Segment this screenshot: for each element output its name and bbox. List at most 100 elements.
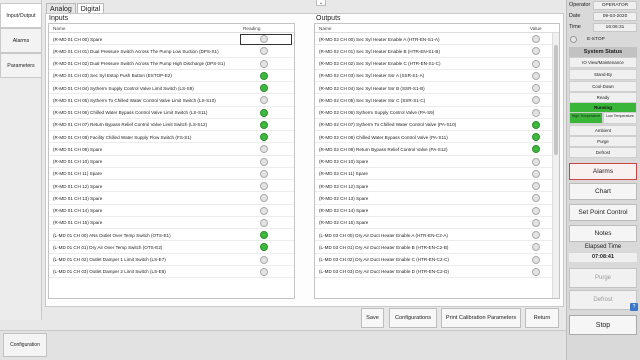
inputs-row: (R-MD 01 CH 11) Spare <box>49 168 294 180</box>
inputs-status-lamp <box>260 157 268 166</box>
inputs-header: Name Reading <box>49 24 294 33</box>
outputs-status-lamp[interactable] <box>532 84 540 92</box>
chevron-down-icon[interactable]: ⌄ <box>316 0 326 6</box>
inputs-row: (R-MD 01 CH 04) Sytherm Supply Control V… <box>49 82 294 95</box>
outputs-row-name: (R-MD 02 CH 12) Spare <box>319 183 369 189</box>
date-value: 09-03-2020 <box>593 12 637 21</box>
chart-button[interactable]: Chart <box>569 183 637 200</box>
outputs-scrollbar[interactable] <box>552 33 559 298</box>
time-label: Time <box>569 24 581 30</box>
status-low-temp: Low Temperature <box>603 112 637 124</box>
outputs-status-lamp[interactable] <box>532 267 540 276</box>
outputs-status-lamp[interactable] <box>532 133 540 141</box>
outputs-table: Name Value (R-MD 02 CH 00) Sec Syl Heate… <box>314 23 560 299</box>
outputs-status-lamp[interactable] <box>532 71 540 80</box>
outputs-status-lamp[interactable] <box>532 157 540 166</box>
estop-indicator: E-STOP <box>570 34 636 44</box>
inputs-row: (R-MD 01 CH 14) Spare <box>49 205 294 217</box>
estop-lamp <box>570 35 577 43</box>
configuration-button[interactable]: Configuration <box>3 333 47 357</box>
inputs-status-lamp <box>260 182 268 190</box>
outputs-status-lamp[interactable] <box>532 182 540 190</box>
outputs-row: (L-MD 03 CH 00) Dry Air Duct Heater Enab… <box>315 229 559 242</box>
outputs-row: (R-MD 02 CH 06) Sytherm Supply Control V… <box>315 107 559 119</box>
status-cool-down: Cool-Down <box>569 81 637 92</box>
print-calibration-button[interactable]: Print Calibration Parameters <box>441 308 521 328</box>
outputs-status-lamp[interactable] <box>532 206 540 215</box>
outputs-scroll-thumb[interactable] <box>554 45 558 155</box>
configurations-button[interactable]: Configurations <box>389 308 437 328</box>
stop-button[interactable]: Stop <box>569 315 637 335</box>
outputs-header: Name Value <box>315 24 559 33</box>
outputs-row: (R-MD 02 CH 14) Spare <box>315 205 559 217</box>
outputs-status-lamp[interactable] <box>532 120 540 129</box>
outputs-status-lamp[interactable] <box>532 96 540 105</box>
save-button[interactable]: Save <box>361 308 384 328</box>
outputs-row-name: (R-MD 02 CH 07) Sytherm To Chilled Water… <box>319 122 457 128</box>
status-standby: Stand-By <box>569 69 637 80</box>
help-icon[interactable]: ? <box>630 303 638 311</box>
notes-button[interactable]: Notes <box>569 225 637 242</box>
nav-alarms[interactable]: Alarms <box>0 28 42 53</box>
operator-row: Operator OPERATOR <box>567 1 639 10</box>
inputs-status-lamp <box>260 231 268 239</box>
outputs-status-lamp[interactable] <box>532 255 540 264</box>
inputs-status-lamp <box>260 255 268 264</box>
outputs-status-lamp[interactable] <box>532 47 540 56</box>
outputs-status-lamp[interactable] <box>532 218 540 227</box>
outputs-status-lamp[interactable] <box>532 243 540 252</box>
inputs-row: (R-MD 01 CH 06) Chilled Water Bypass Con… <box>49 107 294 119</box>
outputs-row: (R-MD 02 CH 05) Sec Syl Heater Ssr C (SS… <box>315 94 559 107</box>
inputs-status-lamp <box>260 84 268 92</box>
inputs-row-name: (R-MD 01 CH 09) Spare <box>53 146 103 152</box>
set-point-control-button[interactable]: Set Point Control <box>569 204 637 221</box>
inputs-status-lamp <box>260 59 268 68</box>
outputs-row-name: (R-MD 02 CH 05) Sec Syl Heater Ssr C (SS… <box>319 97 426 103</box>
outputs-status-lamp[interactable] <box>532 145 540 154</box>
defrost-button[interactable]: Defrost <box>569 290 637 310</box>
outputs-row-name: (L-MD 03 CH 00) Dry Air Duct Heater Enab… <box>319 232 448 238</box>
outputs-row: (R-MD 02 CH 04) Sec Syl Heater Ssr B (SS… <box>315 82 559 95</box>
outputs-status-lamp[interactable] <box>532 108 540 117</box>
bottom-bar <box>0 330 566 360</box>
alarms-button[interactable]: Alarms <box>569 163 637 180</box>
outputs-row-name: (R-MD 02 CH 15) Spare <box>319 220 369 226</box>
outputs-rows: (R-MD 02 CH 00) Sec Syl Heater Enable A … <box>315 33 559 278</box>
outputs-row-name: (R-MD 02 CH 10) Spare <box>319 159 369 164</box>
outputs-status-lamp[interactable] <box>532 35 540 43</box>
outputs-col-name: Name <box>319 25 332 31</box>
outputs-status-lamp[interactable] <box>532 59 540 68</box>
outputs-status-lamp[interactable] <box>532 194 540 203</box>
inputs-row-name: (R-MD 01 CH 03) Sec Syl Estop Push Butto… <box>53 73 172 79</box>
return-button[interactable]: Return <box>525 308 559 328</box>
outputs-row-name: (R-MD 02 CH 00) Sec Syl Heater Enable A … <box>319 36 440 42</box>
inputs-row: (R-MD 01 CH 07) Return Bypass Relief Con… <box>49 119 294 131</box>
inputs-row-name: (R-MD 01 CH 14) Spare <box>53 208 103 213</box>
inputs-row: (R-MD 01 CH 05) Sytherm To Chilled Water… <box>49 94 294 107</box>
inputs-status-lamp <box>260 218 268 227</box>
inputs-status-lamp <box>260 133 268 141</box>
inputs-row-name: (R-MD 01 CH 11) Spare <box>53 171 102 177</box>
outputs-title: Outputs <box>316 15 341 22</box>
outputs-row-name: (L-MD 03 CH 02) Dry Air Duct Heater Enab… <box>319 257 449 262</box>
inputs-row-name: (L-MD 01 CH 00) ANs Outlet Over Temp Swi… <box>53 232 171 238</box>
inputs-status-lamp <box>260 96 268 105</box>
outputs-status-lamp[interactable] <box>532 169 540 178</box>
nav-parameters[interactable]: Parameters <box>0 53 42 78</box>
inputs-status-lamp <box>260 206 268 215</box>
outputs-row-name: (L-MD 03 CH 01) Dry Air Duct Heater Enab… <box>319 244 449 250</box>
outputs-row: (L-MD 03 CH 02) Dry Air Duct Heater Enab… <box>315 254 559 266</box>
operator-value: OPERATOR <box>593 1 637 10</box>
status-high-temp: High Temperature <box>569 112 603 124</box>
outputs-row-name: (R-MD 02 CH 02) Sec Syl Heater Enable C … <box>319 61 441 66</box>
inputs-row: (R-MD 01 CH 00) Spare <box>49 33 294 46</box>
outputs-col-value: Value <box>530 25 542 31</box>
elapsed-time-label: Elapsed Time <box>584 244 622 250</box>
outputs-row: (R-MD 02 CH 00) Sec Syl Heater Enable A … <box>315 33 559 46</box>
purge-button[interactable]: Purge <box>569 268 637 288</box>
outputs-status-lamp[interactable] <box>532 231 540 239</box>
inputs-row-name: (R-MD 01 CH 04) Sytherm Supply Control V… <box>53 85 194 91</box>
inputs-row-name: (R-MD 01 CH 13) Spare <box>53 195 103 201</box>
nav-input-output[interactable]: Input/Output <box>0 3 42 28</box>
outputs-row: (R-MD 02 CH 03) Sec Syl Heater Ssr A (SS… <box>315 70 559 82</box>
